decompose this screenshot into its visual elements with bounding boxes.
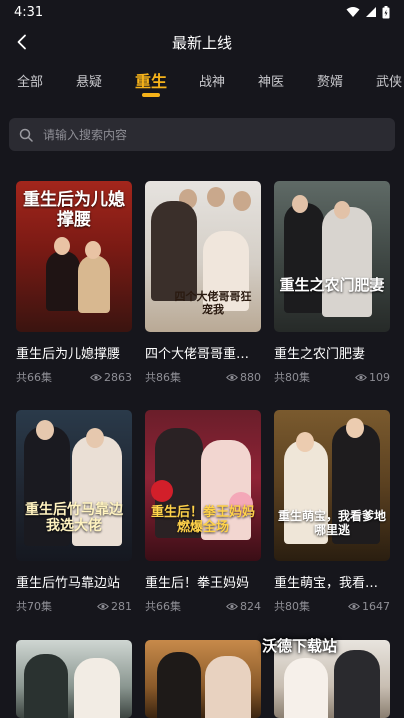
view-count-value: 281 (111, 599, 132, 613)
episode-count: 共80集 (274, 371, 310, 384)
view-count-value: 1647 (362, 599, 390, 613)
battery-icon (382, 5, 390, 18)
view-count-value: 109 (369, 370, 390, 384)
view-count-value: 880 (240, 370, 261, 384)
drama-card[interactable]: 重生之农门肥妻 重生之农门肥妻 共80集 109 (274, 181, 392, 385)
eye-icon (90, 373, 102, 381)
tab-son-in-law[interactable]: 赘婿 (317, 71, 343, 90)
tab-all[interactable]: 全部 (17, 71, 43, 90)
drama-title: 重生后！拳王妈妈 (145, 576, 250, 591)
cover-title: 重生后为儿媳撑腰 (23, 190, 125, 230)
drama-title: 重生后竹马靠边站 (16, 576, 121, 591)
search-input[interactable]: 请输入搜索内容 (9, 118, 395, 151)
tab-suspense[interactable]: 悬疑 (76, 71, 102, 90)
drama-cover[interactable]: 重生后为儿媳撑腰 (16, 181, 132, 332)
drama-card[interactable]: 重生后为儿媳撑腰 重生后为儿媳撑腰 共66集 2863 (16, 181, 134, 385)
drama-cover[interactable]: 重生后！拳王妈妈 燃爆全场 (145, 410, 261, 561)
drama-meta: 共86集 880 (145, 369, 261, 385)
active-tab-indicator (142, 93, 160, 97)
drama-cover[interactable]: 重生后竹马靠边我选大佬 (16, 410, 132, 561)
cover-title: 四个大佬哥哥狂宠我 (174, 290, 252, 316)
drama-cover[interactable]: 重生萌宝，我看爹地哪里逃 (274, 410, 390, 561)
chevron-left-icon (17, 34, 26, 50)
view-count: 880 (226, 369, 261, 385)
episode-count: 共66集 (145, 600, 181, 613)
watermark: 沃德下载站 (262, 637, 338, 655)
view-count: 281 (97, 598, 132, 614)
back-button[interactable] (8, 28, 36, 56)
view-count: 824 (226, 598, 261, 614)
drama-cover[interactable]: 重生之农门肥妻 (274, 181, 390, 332)
signal-icon (366, 7, 376, 17)
episode-count: 共70集 (16, 600, 52, 613)
status-bar: 4:31 (0, 0, 404, 24)
cover-title: 重生之农门肥妻 (279, 276, 385, 294)
drama-title: 重生萌宝，我看谁敢 (274, 576, 390, 591)
drama-card[interactable] (145, 640, 263, 718)
drama-title: 四个大佬哥哥重宠我 (145, 347, 261, 362)
drama-cover[interactable] (145, 640, 261, 718)
status-icons (346, 5, 390, 19)
drama-cover[interactable] (16, 640, 132, 718)
search-icon (19, 128, 33, 142)
wifi-icon (346, 7, 360, 17)
drama-meta: 共80集 109 (274, 369, 390, 385)
eye-icon (226, 373, 238, 381)
view-count: 109 (355, 369, 390, 385)
eye-icon (348, 602, 360, 610)
drama-card[interactable] (16, 640, 134, 718)
view-count: 1647 (348, 598, 390, 614)
tab-martial-arts[interactable]: 武侠 (376, 71, 402, 90)
status-time: 4:31 (14, 4, 44, 20)
eye-icon (355, 373, 367, 381)
episode-count: 共66集 (16, 371, 52, 384)
category-tabs: 全部 悬疑 重生 战神 神医 赘婿 武侠 (0, 62, 404, 102)
drama-card[interactable]: 四个大佬哥哥狂宠我 四个大佬哥哥重宠我 共86集 880 (145, 181, 263, 385)
tab-doctor[interactable]: 神医 (258, 71, 284, 90)
page-title: 最新上线 (171, 33, 232, 52)
episode-count: 共80集 (274, 600, 310, 613)
drama-meta: 共66集 2863 (16, 369, 132, 385)
drama-card[interactable]: 重生后！拳王妈妈 燃爆全场 重生后！拳王妈妈 共66集 824 (145, 410, 263, 614)
drama-meta: 共66集 824 (145, 598, 261, 614)
cover-title: 重生后！拳王妈妈 燃爆全场 (150, 505, 255, 535)
search-placeholder: 请输入搜索内容 (43, 128, 128, 142)
eye-icon (97, 602, 109, 610)
drama-title: 重生后为儿媳撑腰 (16, 347, 121, 362)
drama-card[interactable]: 重生后竹马靠边我选大佬 重生后竹马靠边站 共70集 281 (16, 410, 134, 614)
view-count: 2863 (90, 369, 132, 385)
drama-cover[interactable]: 四个大佬哥哥狂宠我 (145, 181, 261, 332)
cover-title: 重生后竹马靠边我选大佬 (25, 502, 123, 535)
eye-icon (226, 602, 238, 610)
drama-card[interactable]: 重生萌宝，我看爹地哪里逃 重生萌宝，我看谁敢 共80集 1647 (274, 410, 392, 614)
view-count-value: 2863 (104, 370, 132, 384)
drama-meta: 共70集 281 (16, 598, 132, 614)
header: 最新上线 (0, 24, 404, 60)
drama-title: 重生之农门肥妻 (274, 347, 366, 362)
tab-rebirth[interactable]: 重生 (135, 68, 167, 92)
tab-war-god[interactable]: 战神 (199, 71, 225, 90)
view-count-value: 824 (240, 599, 261, 613)
cover-title: 重生萌宝，我看爹地哪里逃 (278, 509, 387, 537)
drama-meta: 共80集 1647 (274, 598, 390, 614)
episode-count: 共86集 (145, 371, 181, 384)
